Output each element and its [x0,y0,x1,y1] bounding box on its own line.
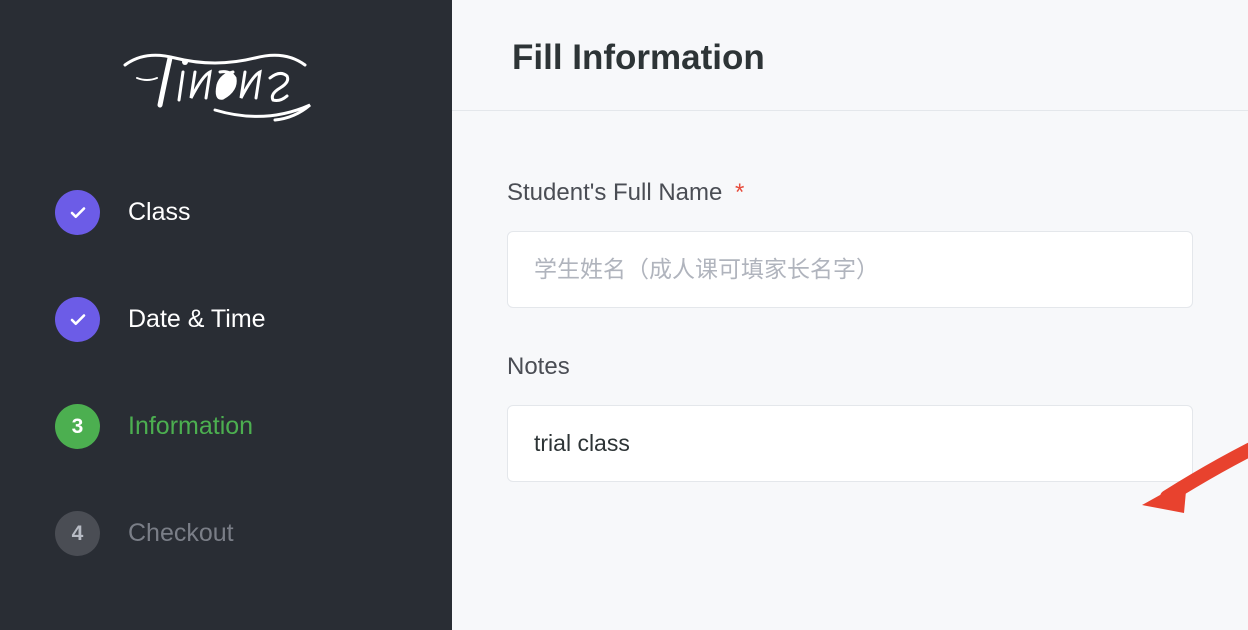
step-indicator-pending: 4 [55,511,100,556]
student-name-label: Student's Full Name * [507,179,1193,207]
step-indicator-active: 3 [55,404,100,449]
step-date-time[interactable]: Date & Time [55,297,397,342]
form-group-notes: Notes [507,353,1193,482]
notes-input[interactable] [507,405,1193,482]
form-group-student-name: Student's Full Name * [507,179,1193,308]
step-information[interactable]: 3 Information [55,404,397,449]
page-title: Fill Information [452,0,1248,110]
step-indicator-completed [55,297,100,342]
step-checkout[interactable]: 4 Checkout [55,511,397,556]
logo [55,30,397,135]
student-name-input[interactable] [507,231,1193,308]
check-icon [67,311,89,329]
sidebar: Class Date & Time 3 Information 4 Checko… [0,0,452,630]
step-class[interactable]: Class [55,190,397,235]
step-label: Information [128,412,253,441]
step-label: Checkout [128,519,234,548]
form-container: Student's Full Name * Notes [452,111,1248,482]
required-indicator: * [735,179,744,206]
steps-list: Class Date & Time 3 Information 4 Checko… [55,190,397,556]
step-label: Date & Time [128,305,266,334]
brand-logo-icon [115,30,315,130]
notes-label: Notes [507,353,1193,381]
step-label: Class [128,198,191,227]
step-indicator-completed [55,190,100,235]
check-icon [67,204,89,222]
main-content: Fill Information Student's Full Name * N… [452,0,1248,630]
